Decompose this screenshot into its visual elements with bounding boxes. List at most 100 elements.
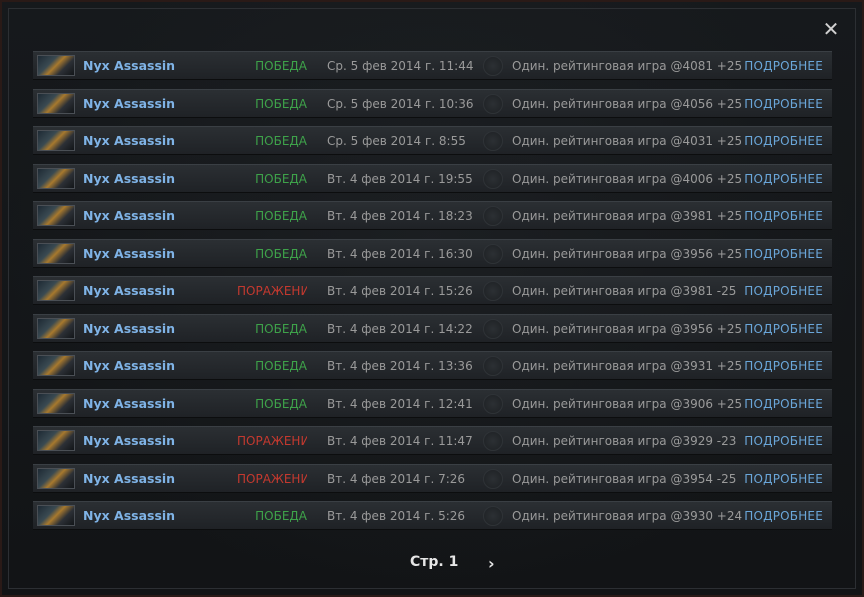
match-date: Вт. 4 фев 2014 г. 16:30 [327, 246, 473, 261]
hero-name[interactable]: Nyx Assassin [83, 358, 175, 373]
match-date: Вт. 4 фев 2014 г. 15:26 [327, 284, 473, 298]
hero-name[interactable]: Nyx Assassin [83, 133, 175, 148]
match-date: Вт. 4 фев 2014 г. 5:26 [327, 509, 466, 523]
match-date: Вт. 4 фев 2014 г. 7:26 [327, 471, 466, 486]
page-label: Стр. 1 [410, 554, 459, 570]
match-row[interactable]: Nyx Assassin ПОБЕДА Вт. 4 фев 2014 г. 13:3… [33, 351, 832, 380]
match-row[interactable]: Nyx Assassin ПОБЕДА Вт. 4 фев 2014 г. 16:3… [33, 238, 832, 268]
details-link[interactable]: ПОДРОБНЕЕ [744, 134, 823, 148]
ranked-icon [483, 506, 503, 526]
hero-name[interactable]: Nyx Assassin [83, 208, 175, 223]
hero-portrait [37, 167, 75, 189]
match-result: ПОБЕДА [255, 59, 307, 73]
match-result: ПОБЕДА [255, 246, 307, 261]
details-link[interactable]: ПОДРОБНЕЕ [744, 59, 823, 73]
match-date: Ср. 5 фев 2014 г. 10:36 [327, 96, 474, 111]
hero-name[interactable]: Nyx Assassin [83, 246, 175, 261]
hero-portrait [37, 430, 75, 451]
game-mode: Один. рейтинговая игра @3956 +25 [512, 321, 743, 336]
game-mode: Один. рейтинговая игра @3956 +25 [512, 246, 743, 261]
hero-name[interactable]: Nyx Assassin [83, 171, 175, 186]
details-link[interactable]: ПОДРОБНЕЕ [744, 509, 823, 523]
ranked-icon [483, 281, 503, 301]
match-history-dialog: ✕ Nyx Assassin ПОБЕДА Ср. 5 фев 2014 г. 11… [0, 0, 864, 597]
match-date: Вт. 4 фев 2014 г. 19:55 [327, 171, 473, 186]
match-row[interactable]: Nyx Assassin ПОБЕДА Вт. 4 фев 2014 г. 19:5… [33, 163, 832, 193]
match-result: ПОРАЖЕНИ [237, 471, 307, 486]
match-result: ПОБЕДА [255, 321, 307, 336]
game-mode: Один. рейтинговая игра @3930 +24 [512, 509, 743, 523]
match-row[interactable]: Nyx Assassin ПОБЕДА Ср. 5 фев 2014 г. 8:55… [33, 126, 832, 155]
match-date: Ср. 5 фев 2014 г. 8:55 [327, 134, 466, 148]
ranked-icon [483, 393, 503, 414]
match-date: Вт. 4 фев 2014 г. 14:22 [327, 321, 473, 336]
ranked-icon [483, 468, 503, 489]
details-link[interactable]: ПОДРОБНЕЕ [744, 322, 823, 336]
details-link[interactable]: ПОДРОБНЕЕ [744, 247, 823, 261]
match-date: Вт. 4 фев 2014 г. 13:36 [327, 359, 473, 373]
match-date: Вт. 4 фев 2014 г. 12:41 [327, 396, 473, 411]
match-row[interactable]: Nyx Assassin ПОБЕДА Вт. 4 фев 2014 г. 12:4… [33, 388, 832, 418]
hero-portrait [37, 205, 75, 226]
ranked-icon [483, 243, 503, 264]
ranked-icon [483, 56, 503, 76]
match-row[interactable]: Nyx Assassin ПОРАЖЕНИ Вт. 4 фев 2014 г. 11… [33, 426, 832, 455]
match-row[interactable]: Nyx Assassin ПОБЕДА Ср. 5 фев 2014 г. 11:4… [33, 51, 832, 80]
match-result: ПОБЕДА [255, 509, 307, 523]
ranked-icon [483, 131, 503, 151]
details-link[interactable]: ПОДРОБНЕЕ [744, 434, 823, 448]
details-link[interactable]: ПОДРОБНЕЕ [744, 97, 823, 111]
match-result: ПОБЕДА [255, 134, 307, 148]
match-date: Вт. 4 фев 2014 г. 18:23 [327, 209, 473, 223]
match-result: ПОБЕДА [255, 96, 307, 111]
hero-name[interactable]: Nyx Assassin [83, 508, 175, 523]
game-mode: Один. рейтинговая игра @3929 -23 [512, 434, 737, 448]
hero-portrait [37, 467, 75, 489]
match-result: ПОБЕДА [255, 396, 307, 411]
details-link[interactable]: ПОДРОБНЕЕ [744, 397, 823, 411]
hero-portrait [37, 505, 75, 526]
hero-name[interactable]: Nyx Assassin [83, 396, 175, 411]
match-date: Вт. 4 фев 2014 г. 11:47 [327, 434, 473, 448]
match-date: Ср. 5 фев 2014 г. 11:44 [327, 59, 474, 73]
details-link[interactable]: ПОДРОБНЕЕ [744, 172, 823, 186]
chevron-right-icon[interactable]: › [488, 554, 495, 573]
details-link[interactable]: ПОДРОБНЕЕ [744, 472, 823, 486]
hero-name[interactable]: Nyx Assassin [83, 96, 175, 111]
hero-portrait [37, 317, 75, 339]
match-result: ПОБЕДА [255, 209, 307, 223]
match-row[interactable]: Nyx Assassin ПОБЕДА Вт. 4 фев 2014 г. 14:2… [33, 313, 832, 343]
pagination: Стр. 1 › [2, 554, 864, 574]
hero-name[interactable]: Nyx Assassin [83, 321, 175, 336]
match-result: ПОБЕДА [255, 171, 307, 186]
hero-portrait [37, 130, 75, 151]
details-link[interactable]: ПОДРОБНЕЕ [744, 209, 823, 223]
match-row[interactable]: Nyx Assassin ПОБЕДА Ср. 5 фев 2014 г. 10:3… [33, 88, 832, 118]
game-mode: Один. рейтинговая игра @4031 +25 [512, 134, 743, 148]
hero-portrait [37, 355, 75, 376]
close-icon[interactable]: ✕ [820, 18, 842, 40]
match-row[interactable]: Nyx Assassin ПОРАЖЕНИ Вт. 4 фев 2014 г. 7:… [33, 463, 832, 493]
hero-name[interactable]: Nyx Assassin [83, 283, 175, 298]
game-mode: Один. рейтинговая игра @3954 -25 [512, 471, 737, 486]
hero-name[interactable]: Nyx Assassin [83, 471, 175, 486]
hero-name[interactable]: Nyx Assassin [83, 433, 175, 448]
match-row[interactable]: Nyx Assassin ПОРАЖЕНИ Вт. 4 фев 2014 г. 15… [33, 276, 832, 305]
match-result: ПОРАЖЕНИ [237, 284, 307, 298]
match-list: Nyx Assassin ПОБЕДА Ср. 5 фев 2014 г. 11:4… [33, 51, 832, 539]
game-mode: Один. рейтинговая игра @3906 +25 [512, 396, 743, 411]
match-result: ПОРАЖЕНИ [237, 434, 307, 448]
ranked-icon [483, 93, 503, 114]
ranked-icon [483, 356, 503, 376]
hero-portrait [37, 392, 75, 414]
details-link[interactable]: ПОДРОБНЕЕ [744, 359, 823, 373]
match-result: ПОБЕДА [255, 359, 307, 373]
match-row[interactable]: Nyx Assassin ПОБЕДА Вт. 4 фев 2014 г. 5:26… [33, 501, 832, 530]
match-row[interactable]: Nyx Assassin ПОБЕДА Вт. 4 фев 2014 г. 18:2… [33, 201, 832, 230]
ranked-icon [483, 206, 503, 226]
details-link[interactable]: ПОДРОБНЕЕ [744, 284, 823, 298]
hero-name[interactable]: Nyx Assassin [83, 58, 175, 73]
game-mode: Один. рейтинговая игра @4006 +25 [512, 171, 743, 186]
game-mode: Один. рейтинговая игра @3931 +25 [512, 359, 743, 373]
game-mode: Один. рейтинговая игра @4081 +25 [512, 59, 743, 73]
